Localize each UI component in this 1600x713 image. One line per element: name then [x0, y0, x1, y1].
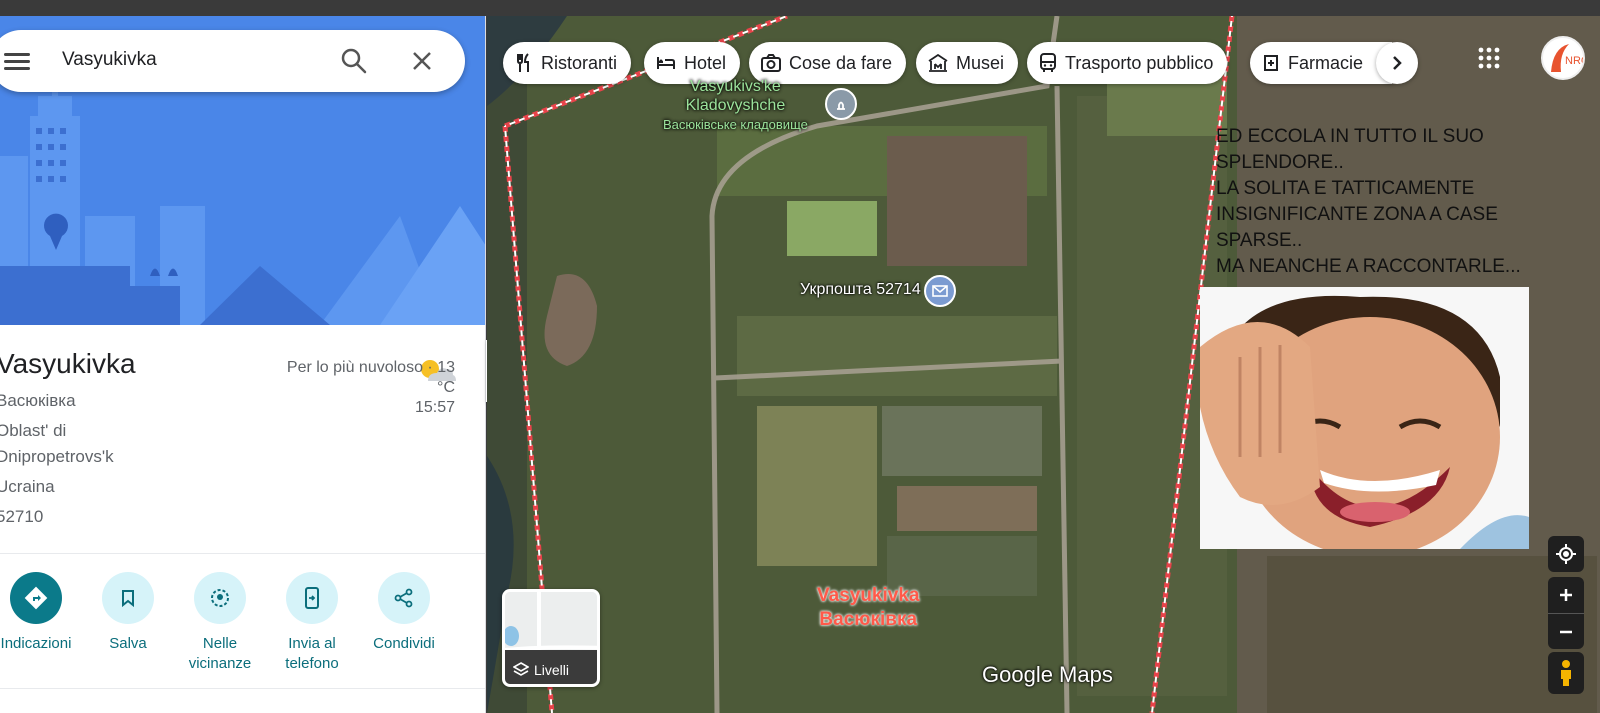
museum-icon: [928, 54, 948, 72]
menu-icon[interactable]: [4, 49, 30, 73]
weather-time: 15:57: [414, 399, 455, 416]
cemetery-label-line1: Vasyukivs'ke: [690, 78, 781, 95]
share-label: Condividi: [373, 635, 435, 652]
save-label: Salva: [109, 635, 147, 652]
overlay-line1: ED ECCOLA IN TUTTO IL SUO: [1216, 126, 1484, 147]
place-native-name: Васюківка: [0, 391, 76, 410]
overlay-caption: ED ECCOLA IN TUTTO IL SUO SPLENDORE.. LA…: [1216, 124, 1596, 280]
send-to-phone-label-line2: telefono: [285, 655, 339, 672]
send-to-phone-label-line1: Invia al: [288, 635, 336, 652]
nearby-button[interactable]: Nelle vicinanze: [174, 572, 266, 674]
send-to-phone-label: Invia al telefono: [266, 634, 358, 674]
place-region-line1: Oblast' di: [0, 421, 67, 440]
divider: [0, 688, 485, 689]
chip-museums[interactable]: Musei: [916, 42, 1019, 84]
avatar[interactable]: NRG: [1541, 36, 1585, 80]
chip-restaurants[interactable]: Ristoranti: [503, 42, 632, 84]
town-label-latin: Vasyukivka: [817, 585, 920, 606]
close-icon[interactable]: [408, 47, 436, 75]
pharmacy-icon: [1264, 55, 1278, 71]
hotel-icon: [657, 57, 675, 69]
mail-poi-icon[interactable]: [924, 275, 956, 307]
cemetery-native-label: Васюківське кладовище: [663, 117, 808, 132]
save-button[interactable]: Salva: [82, 572, 174, 654]
layers-button[interactable]: Livelli: [502, 589, 600, 687]
chip-things-to-do-label: Cose da fare: [789, 52, 893, 73]
pegman-icon: [1561, 660, 1571, 686]
browser-top-strip: [0, 0, 1600, 16]
send-to-phone-icon: [286, 572, 338, 624]
chip-transit-label: Trasporto pubblico: [1065, 52, 1214, 73]
cemetery-label-line2: Kladovyshche: [685, 97, 786, 114]
zoom-in-button[interactable]: [1548, 577, 1584, 613]
place-region-line2: Dnipropetrovs'k: [0, 447, 114, 466]
overlay-line4: INSIGNIFICANTE ZONA A CASE: [1216, 204, 1498, 225]
nearby-label-line2: vicinanze: [188, 655, 252, 672]
overlay-line3: LA SOLITA E TATTICAMENTE: [1216, 178, 1475, 199]
weather-condition: Per lo più nuvoloso · 13: [286, 359, 455, 376]
share-button[interactable]: Condividi: [358, 572, 450, 654]
chip-restaurants-label: Ristoranti: [541, 52, 618, 73]
place-postal-code: 52710: [0, 507, 44, 526]
divider: [0, 553, 485, 554]
send-to-phone-button[interactable]: Invia al telefono: [266, 572, 358, 674]
directions-label: Indicazioni: [0, 635, 72, 652]
apps-grid-icon[interactable]: [1477, 46, 1501, 70]
cemetery-poi-icon[interactable]: [825, 88, 857, 120]
overlay-line6: MA NEANCHE A RACCONTARLE...: [1216, 256, 1521, 277]
search-box[interactable]: Vasyukivka: [0, 30, 465, 92]
weather-info: Per lo più nuvoloso · 13 °C 15:57: [255, 358, 455, 418]
chip-pharmacies-label: Farmacie: [1288, 52, 1364, 73]
nearby-label: Nelle vicinanze: [174, 634, 266, 674]
town-label: Vasyukivka Васюківка: [817, 584, 919, 632]
chip-museums-label: Musei: [956, 52, 1005, 73]
street-view-pegman[interactable]: [1548, 652, 1584, 694]
directions-button[interactable]: Indicazioni: [0, 572, 82, 654]
weather-unit: °C: [437, 379, 455, 396]
camera-icon: [761, 54, 781, 72]
nearby-label-line1: Nelle: [202, 635, 238, 652]
chips-next-button[interactable]: [1376, 42, 1418, 84]
google-maps-logo: Google Maps: [982, 662, 1113, 687]
place-panel: Vasyukivka Vasyukivka Васюківка Oblast' …: [0, 16, 486, 713]
avatar-initials: NRG: [1565, 55, 1583, 67]
place-title: Vasyukivka: [0, 348, 136, 379]
overlay-line5: SPARSE..: [1216, 230, 1303, 251]
chip-pharmacies[interactable]: Farmacie: [1250, 42, 1392, 84]
directions-icon: [10, 572, 62, 624]
cemetery-label: Vasyukivs'ke Kladovyshche Васюківське кл…: [663, 77, 808, 134]
search-input[interactable]: Vasyukivka: [62, 49, 157, 71]
bookmark-icon: [102, 572, 154, 624]
layers-icon: [513, 662, 529, 676]
nearby-icon: [194, 572, 246, 624]
map-canvas[interactable]: Ristoranti Hotel Cose da fare Musei Tras…: [487, 16, 1600, 713]
chip-transit[interactable]: Trasporto pubblico: [1027, 42, 1228, 84]
place-country: Ucraina: [0, 477, 55, 496]
chevron-right-icon: [1393, 56, 1402, 70]
crosshair-icon: [1556, 544, 1576, 564]
transit-icon: [1040, 53, 1056, 72]
search-icon[interactable]: [340, 47, 368, 75]
layers-label-text: Livelli: [534, 662, 570, 678]
laughing-face-image: [1200, 287, 1529, 549]
share-icon: [378, 572, 430, 624]
restaurant-icon: [517, 53, 529, 72]
overlay-line2: SPLENDORE..: [1216, 152, 1344, 173]
town-label-native: Васюківка: [819, 609, 918, 630]
layers-label: Livelli: [513, 662, 569, 678]
chip-hotel-label: Hotel: [684, 52, 727, 73]
post-office-label: Укрпошта 52714: [800, 281, 921, 298]
minus-icon: [1560, 630, 1572, 633]
zoom-out-button[interactable]: [1548, 613, 1584, 649]
plus-icon: [1560, 589, 1572, 601]
my-location-button[interactable]: [1548, 536, 1584, 572]
